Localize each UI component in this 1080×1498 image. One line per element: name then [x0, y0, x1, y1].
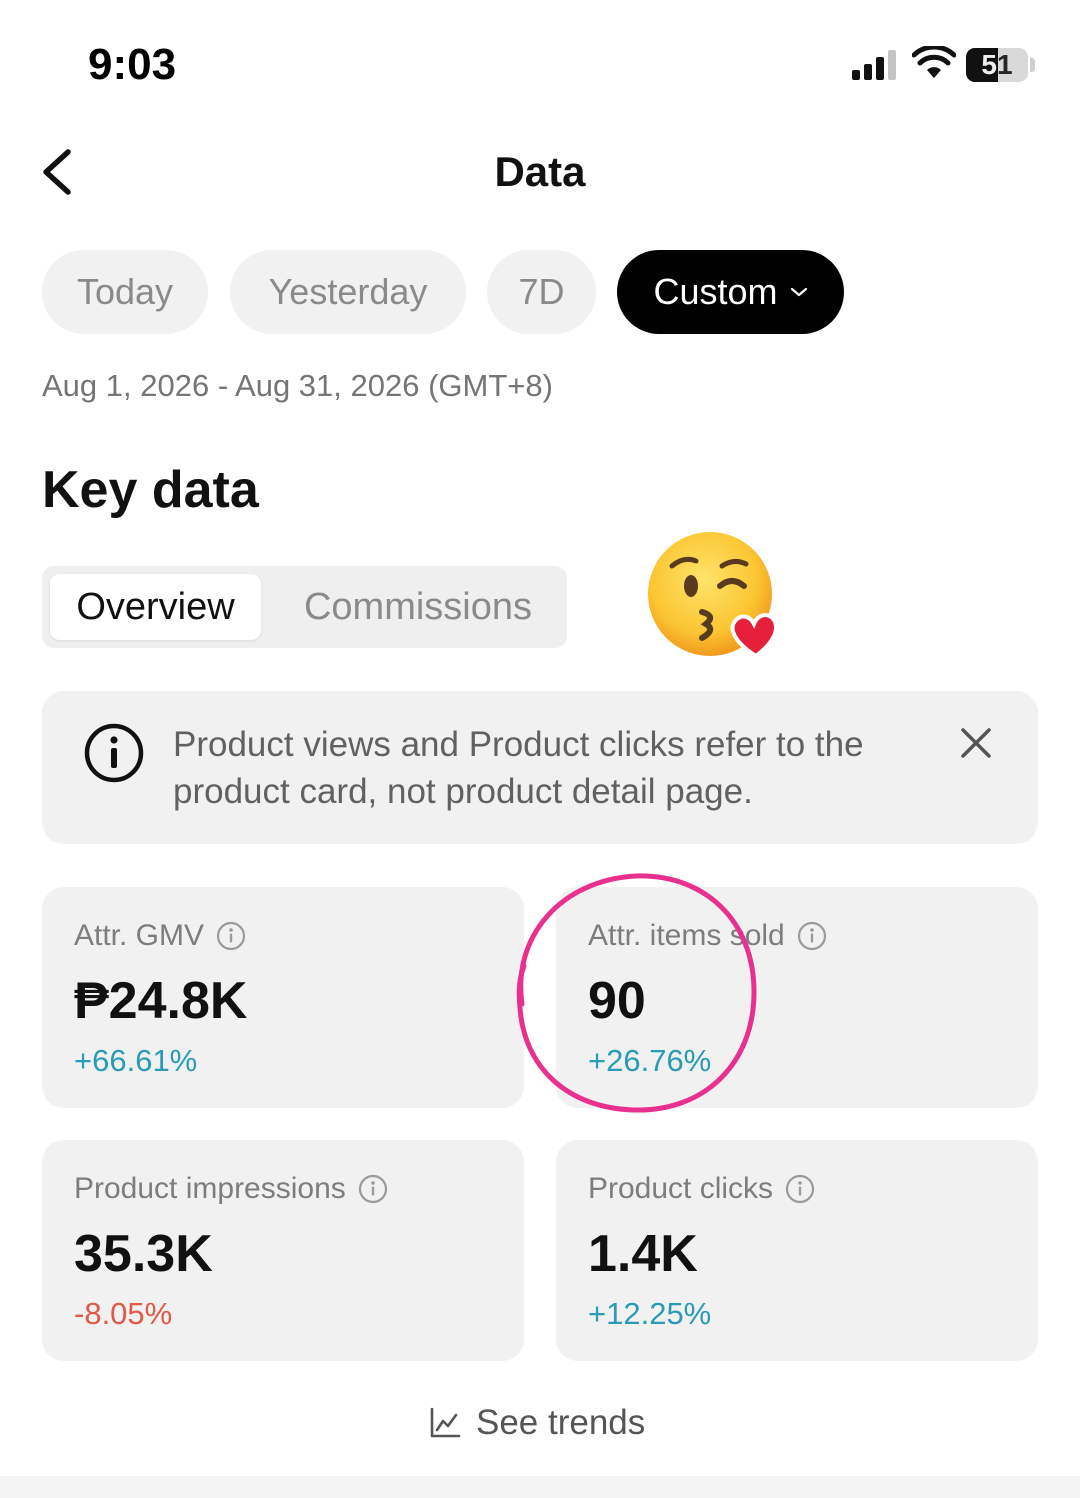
info-icon[interactable]: [797, 921, 827, 951]
battery-indicator: 51: [966, 48, 1028, 82]
tab-label: Commissions: [303, 585, 533, 628]
chip-label: Yesterday: [268, 271, 428, 312]
see-trends-label: See trends: [476, 1403, 646, 1442]
see-trends-link[interactable]: See trends: [428, 1400, 645, 1446]
info-icon[interactable]: [785, 1174, 815, 1204]
metric-value: 35.3K: [74, 1225, 213, 1283]
signal-icon: [852, 50, 896, 80]
metric-label: Product impressions: [74, 1172, 346, 1205]
segmented-control: Overview Commissions: [42, 566, 567, 648]
metric-label-row: Attr. items sold: [588, 919, 827, 953]
chart-icon: [430, 1407, 461, 1438]
battery-tip: [1030, 58, 1035, 72]
metric-card-attr-items-sold[interactable]: Attr. items sold 90 +26.76%: [556, 887, 1038, 1108]
date-range: Aug 1, 2026 - Aug 31, 2026 (GMT+8): [42, 368, 553, 403]
section-title: Key data: [42, 461, 259, 519]
kiss-emoji: [648, 532, 778, 659]
period-chip-yesterday[interactable]: Yesterday: [230, 250, 466, 334]
metric-label-row: Product impressions: [74, 1172, 388, 1206]
metric-card-attr-gmv[interactable]: Attr. GMV ₱24.8K +66.61%: [42, 887, 524, 1108]
battery-level: 51: [981, 49, 1013, 80]
wifi-icon: [912, 46, 956, 78]
tab-overview[interactable]: Overview: [50, 574, 261, 640]
period-chip-custom[interactable]: Custom: [617, 250, 844, 334]
metric-card-product-clicks[interactable]: Product clicks 1.4K +12.25%: [556, 1140, 1038, 1361]
metric-label-row: Attr. GMV: [74, 919, 246, 953]
tab-label: Overview: [76, 585, 235, 628]
metric-change: +66.61%: [74, 1043, 198, 1078]
metric-change: +26.76%: [588, 1043, 712, 1078]
metric-label-row: Product clicks: [588, 1172, 815, 1206]
page-title: Data: [494, 148, 586, 195]
close-icon[interactable]: [958, 725, 994, 761]
chip-label: 7D: [518, 271, 565, 312]
metric-value: 1.4K: [588, 1225, 698, 1283]
metric-label: Attr. items sold: [588, 919, 785, 952]
period-chip-today[interactable]: Today: [42, 250, 208, 334]
metric-value: ₱24.8K: [74, 972, 248, 1030]
metric-label: Attr. GMV: [74, 919, 205, 952]
banner-text: Product views and Product clicks refer t…: [173, 725, 864, 811]
metric-value: 90: [588, 972, 646, 1030]
metric-change: +12.25%: [588, 1296, 712, 1331]
info-icon[interactable]: [358, 1174, 388, 1204]
period-chip-7d[interactable]: 7D: [487, 250, 596, 334]
info-icon: [84, 723, 144, 783]
status-time: 9:03: [88, 40, 177, 89]
metric-change: -8.05%: [74, 1296, 173, 1331]
bottom-divider: [0, 1476, 1080, 1498]
metric-label: Product clicks: [588, 1172, 774, 1205]
chip-label: Today: [76, 271, 174, 312]
chevron-down-icon: [790, 287, 807, 297]
info-icon[interactable]: [216, 921, 246, 951]
info-banner: Product views and Product clicks refer t…: [42, 691, 1038, 844]
metric-card-product-impressions[interactable]: Product impressions 35.3K -8.05%: [42, 1140, 524, 1361]
tab-commissions[interactable]: Commissions: [278, 574, 558, 640]
chip-label: Custom: [653, 271, 778, 312]
